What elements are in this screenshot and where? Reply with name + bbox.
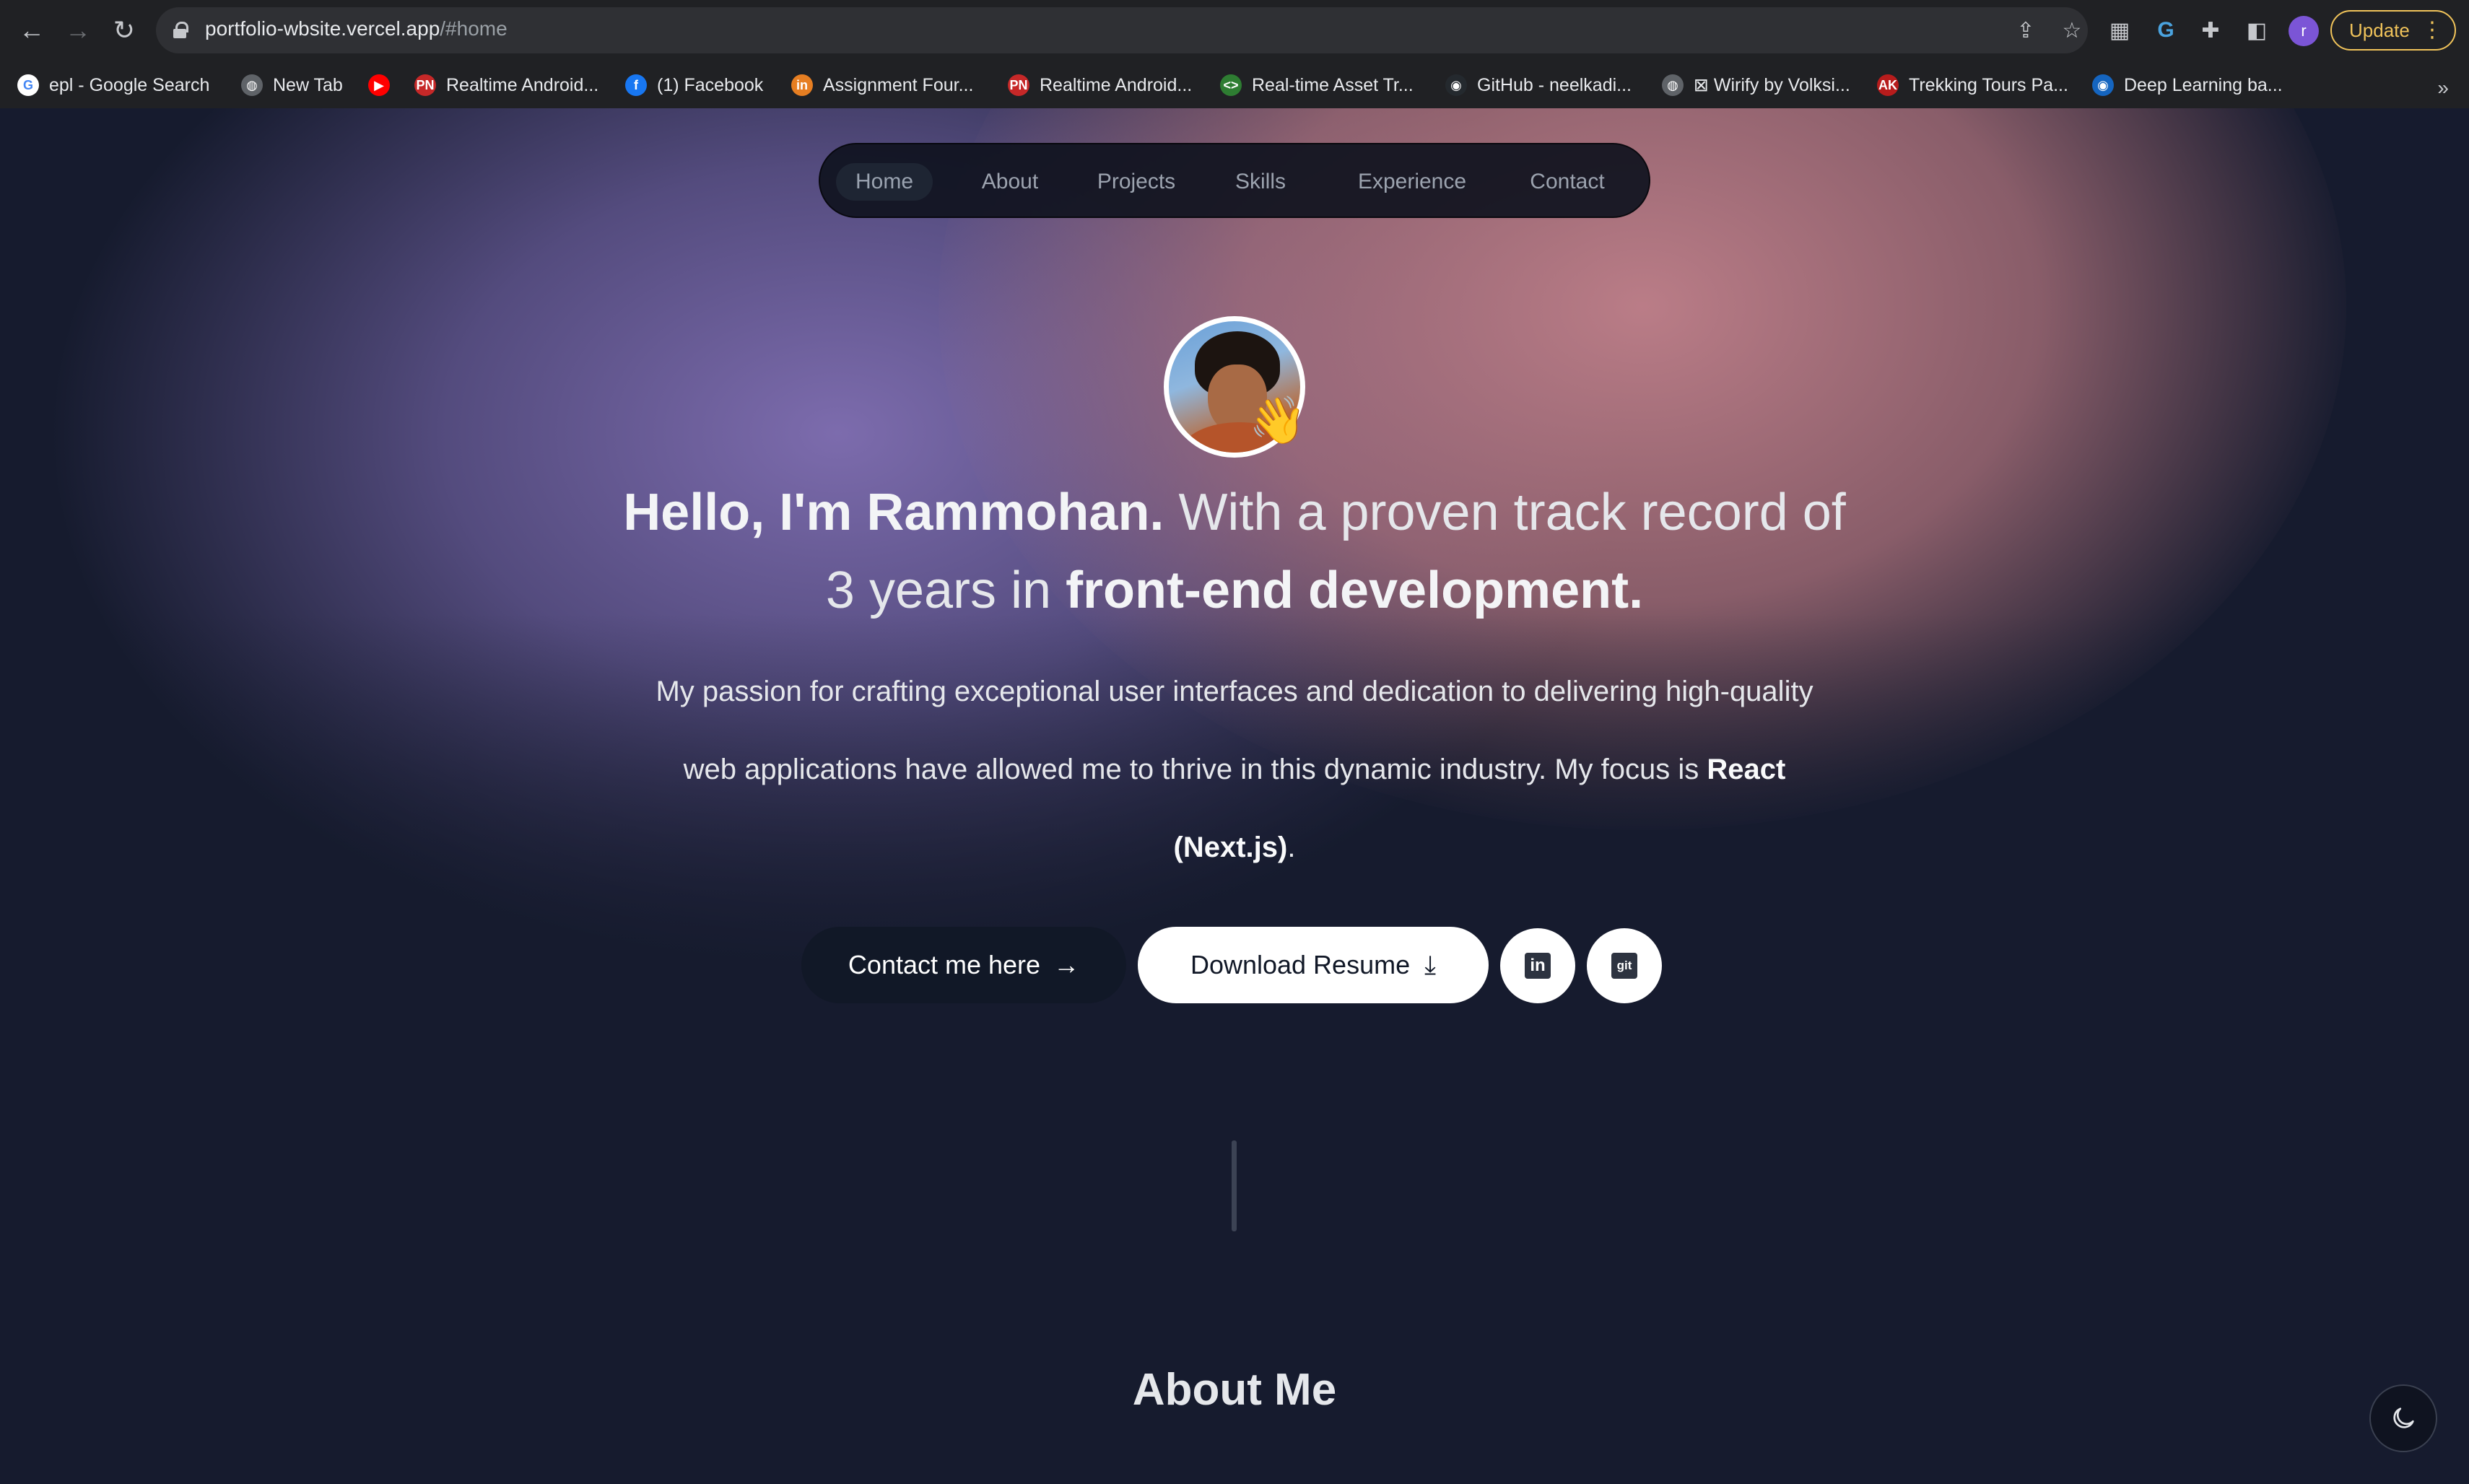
description-end: . (1287, 832, 1296, 863)
download-resume-button[interactable]: Download Resume ⤓ (1138, 927, 1489, 1003)
bookmark-item[interactable]: in Assignment Four... (791, 72, 973, 98)
hero-headline: Hello, I'm Rammohan. With a proven track… (621, 473, 1848, 629)
back-icon[interactable]: ← (13, 12, 51, 49)
nav-item-experience[interactable]: Experience (1330, 163, 1494, 201)
arrow-right-icon: → (1053, 950, 1080, 979)
github-icon: ◉ (1445, 74, 1467, 96)
hero-description: My passion for crafting exceptional user… (650, 652, 1819, 886)
headline-specialty: front-end development. (1066, 562, 1644, 619)
pn-icon: PN (414, 74, 436, 96)
bookmarks-overflow-icon[interactable]: » (2437, 77, 2449, 100)
pn-icon: PN (1008, 74, 1029, 96)
bookmark-item[interactable]: Gepl - Google Search (17, 72, 209, 98)
contact-me-button[interactable]: Contact me here → (801, 927, 1126, 1003)
share-icon[interactable]: ⇪ (2013, 17, 2039, 43)
bookmark-item[interactable]: AK Trekking Tours Pa... (1877, 72, 2068, 98)
google-icon: G (17, 74, 39, 96)
portfolio-page: Home About Projects Skills Experience Contact… (0, 108, 2469, 1484)
description-text: My passion for crafting exceptional user… (656, 676, 1813, 785)
nav-item-skills[interactable]: Skills (1216, 163, 1305, 201)
download-icon: ⤓ (1424, 949, 1437, 979)
bookmark-item[interactable]: ◍ New Tab (241, 72, 343, 98)
grammarly-extension-icon[interactable]: G (2151, 16, 2180, 45)
waving-hand-icon: 👋 (1249, 394, 1307, 446)
bookmark-label: ⊠ Wirify by Volksi... (1694, 75, 1850, 95)
globe-icon: ◍ (241, 74, 263, 96)
linkedin-button[interactable]: in (1500, 928, 1575, 1003)
bookmark-item[interactable]: <> Real-time Asset Tr... (1220, 72, 1414, 98)
moon-icon (2393, 1407, 2414, 1428)
ak-icon: AK (1877, 74, 1899, 96)
puzzle-extensions-icon[interactable]: ✚ (2196, 16, 2225, 45)
section-divider (1232, 1140, 1237, 1231)
main-navbar: Home About Projects Skills Experience Contact (819, 143, 1650, 218)
menu-dots-icon[interactable]: ⋮ (2421, 17, 2443, 43)
download-resume-label: Download Resume (1190, 950, 1411, 979)
facebook-icon: f (625, 74, 647, 96)
address-bar[interactable]: portfolio-wbsite.vercel.app/#home ⇪ ☆ (156, 7, 2088, 53)
headline-name: Hello, I'm Rammohan. (623, 484, 1164, 541)
url-text[interactable]: portfolio-wbsite.vercel.app/#home (205, 17, 508, 40)
globe-icon: ◍ (1662, 74, 1684, 96)
linkedin-icon: in (1525, 953, 1551, 979)
update-button[interactable]: Update ⋮ (2330, 10, 2456, 51)
code-icon: <> (1220, 74, 1242, 96)
about-me-heading: About Me (1132, 1365, 1337, 1415)
browser-chrome: ← → ↻ portfolio-wbsite.vercel.app/#home … (0, 0, 2469, 108)
bookmark-item[interactable]: PN Realtime Android... (414, 72, 598, 98)
youtube-icon: ▶ (368, 74, 390, 96)
bookmark-item[interactable]: ◉ Deep Learning ba... (2092, 72, 2283, 98)
reload-icon[interactable]: ↻ (105, 12, 143, 49)
side-panel-icon[interactable]: ◧ (2242, 16, 2271, 45)
browser-toolbar: ← → ↻ portfolio-wbsite.vercel.app/#home … (0, 0, 2469, 61)
bookmark-item[interactable]: ▶ (368, 72, 400, 98)
circle-icon: ◉ (2092, 74, 2114, 96)
bookmark-item[interactable]: ◍ ⊠ Wirify by Volksi... (1662, 72, 1850, 98)
bookmark-label: epl - Google Search (49, 74, 210, 95)
bookmark-label: GitHub - neelkadi... (1477, 74, 1632, 95)
nav-item-projects[interactable]: Projects (1081, 163, 1191, 201)
in-icon: in (791, 74, 813, 96)
bookmark-label: Realtime Android... (1040, 74, 1193, 95)
bookmark-item[interactable]: ◉ GitHub - neelkadi... (1445, 72, 1632, 98)
update-label: Update (2349, 19, 2410, 41)
bookmark-label: New Tab (273, 74, 343, 95)
nav-item-home[interactable]: Home (836, 163, 933, 201)
bookmark-item[interactable]: PN Realtime Android... (1008, 72, 1192, 98)
lock-icon (173, 22, 188, 38)
bookmark-label: Real-time Asset Tr... (1252, 74, 1414, 95)
bookmark-label: Assignment Four... (823, 74, 974, 95)
calculator-extension-icon[interactable]: ▦ (2105, 16, 2134, 45)
theme-toggle-button[interactable] (2369, 1384, 2437, 1452)
github-icon: git (1611, 953, 1637, 979)
bookmark-label: (1) Facebook (657, 74, 764, 95)
profile-avatar[interactable]: r (2289, 16, 2319, 46)
contact-me-label: Contact me here (848, 950, 1041, 979)
bookmark-label: Trekking Tours Pa... (1909, 74, 2068, 95)
bookmark-star-icon[interactable]: ☆ (2059, 17, 2085, 43)
github-button[interactable]: git (1587, 928, 1662, 1003)
bookmark-label: Realtime Android... (446, 74, 599, 95)
bookmark-item[interactable]: f (1) Facebook (625, 72, 763, 98)
nav-item-contact[interactable]: Contact (1513, 163, 1621, 201)
nav-item-about[interactable]: About (963, 163, 1057, 201)
forward-icon[interactable]: → (59, 12, 97, 49)
bookmark-label: Deep Learning ba... (2124, 74, 2283, 95)
bookmarks-bar: Gepl - Google Search ◍ New Tab ▶ PN Realtime … (0, 65, 2469, 105)
